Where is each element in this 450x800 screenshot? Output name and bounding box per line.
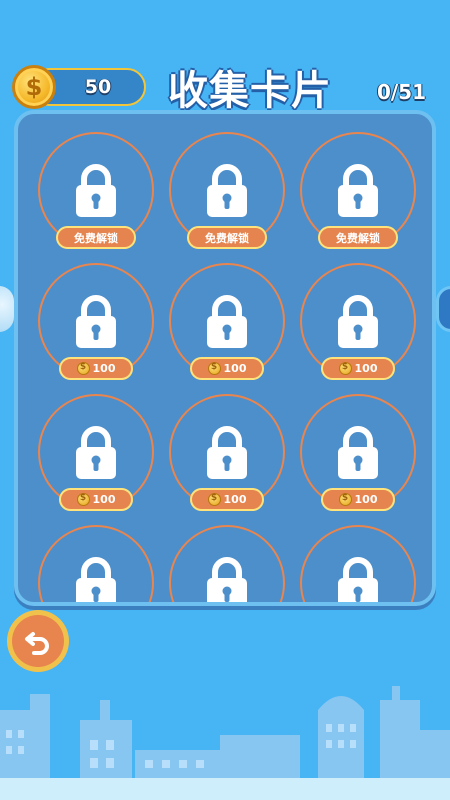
- locked-card[interactable]: 100: [38, 394, 154, 511]
- locked-card[interactable]: [300, 525, 416, 602]
- coin-icon: [207, 362, 221, 375]
- badge-label: 100: [354, 362, 378, 375]
- badge-label: 免费解锁: [74, 231, 118, 245]
- locked-card[interactable]: [38, 525, 154, 602]
- free-unlock-button[interactable]: 免费解锁: [187, 226, 267, 249]
- badge-label: 100: [223, 362, 247, 375]
- lock-icon: [207, 557, 247, 602]
- lock-icon: [76, 557, 116, 602]
- card-grid: 免费解锁 免费解锁 免费解锁 100 100 100 100 100 100: [18, 114, 432, 602]
- unlock-price-button[interactable]: 100: [59, 357, 133, 380]
- locked-card[interactable]: 免费解锁: [38, 132, 154, 249]
- undo-arrow-icon: [25, 632, 49, 655]
- lock-icon: [76, 164, 116, 217]
- lock-icon: [76, 295, 116, 348]
- card-collection-panel[interactable]: 免费解锁 免费解锁 免费解锁 100 100 100 100 100 100: [14, 110, 436, 606]
- unlock-price-button[interactable]: 100: [321, 357, 395, 380]
- locked-card[interactable]: 100: [300, 263, 416, 380]
- badge-label: 100: [92, 493, 116, 506]
- badge-label: 免费解锁: [336, 231, 380, 245]
- coin-icon: [207, 493, 221, 506]
- right-arrow-icon[interactable]: [436, 286, 450, 332]
- locked-card[interactable]: 100: [169, 394, 285, 511]
- lock-icon: [76, 426, 116, 479]
- lock-icon: [338, 295, 378, 348]
- coin-icon: [76, 493, 90, 506]
- unlock-price-button[interactable]: 100: [59, 488, 133, 511]
- coin-icon: [338, 362, 352, 375]
- lock-icon: [207, 426, 247, 479]
- lock-icon: [207, 295, 247, 348]
- lock-icon: [338, 164, 378, 217]
- unlock-price-button[interactable]: 100: [190, 488, 264, 511]
- locked-card[interactable]: 100: [169, 263, 285, 380]
- locked-card[interactable]: 免费解锁: [300, 132, 416, 249]
- locked-card[interactable]: 100: [300, 394, 416, 511]
- locked-card[interactable]: [169, 525, 285, 602]
- locked-card[interactable]: 100: [38, 263, 154, 380]
- page-title: 收集卡片: [168, 68, 332, 114]
- lock-icon: [338, 557, 378, 602]
- badge-label: 100: [92, 362, 116, 375]
- lock-icon: [207, 164, 247, 217]
- collection-progress: 0/51: [376, 80, 426, 104]
- locked-card[interactable]: 免费解锁: [169, 132, 285, 249]
- coin-icon: [338, 493, 352, 506]
- unlock-price-button[interactable]: 100: [190, 357, 264, 380]
- free-unlock-button[interactable]: 免费解锁: [56, 226, 136, 249]
- free-unlock-button[interactable]: 免费解锁: [318, 226, 398, 249]
- dollar-coin-icon: $: [12, 65, 56, 109]
- unlock-price-button[interactable]: 100: [321, 488, 395, 511]
- badge-label: 100: [354, 493, 378, 506]
- coin-icon: [76, 362, 90, 375]
- lock-icon: [338, 426, 378, 479]
- left-arrow-icon[interactable]: [0, 286, 14, 332]
- badge-label: 免费解锁: [205, 231, 249, 245]
- badge-label: 100: [223, 493, 247, 506]
- city-skyline: [0, 686, 450, 800]
